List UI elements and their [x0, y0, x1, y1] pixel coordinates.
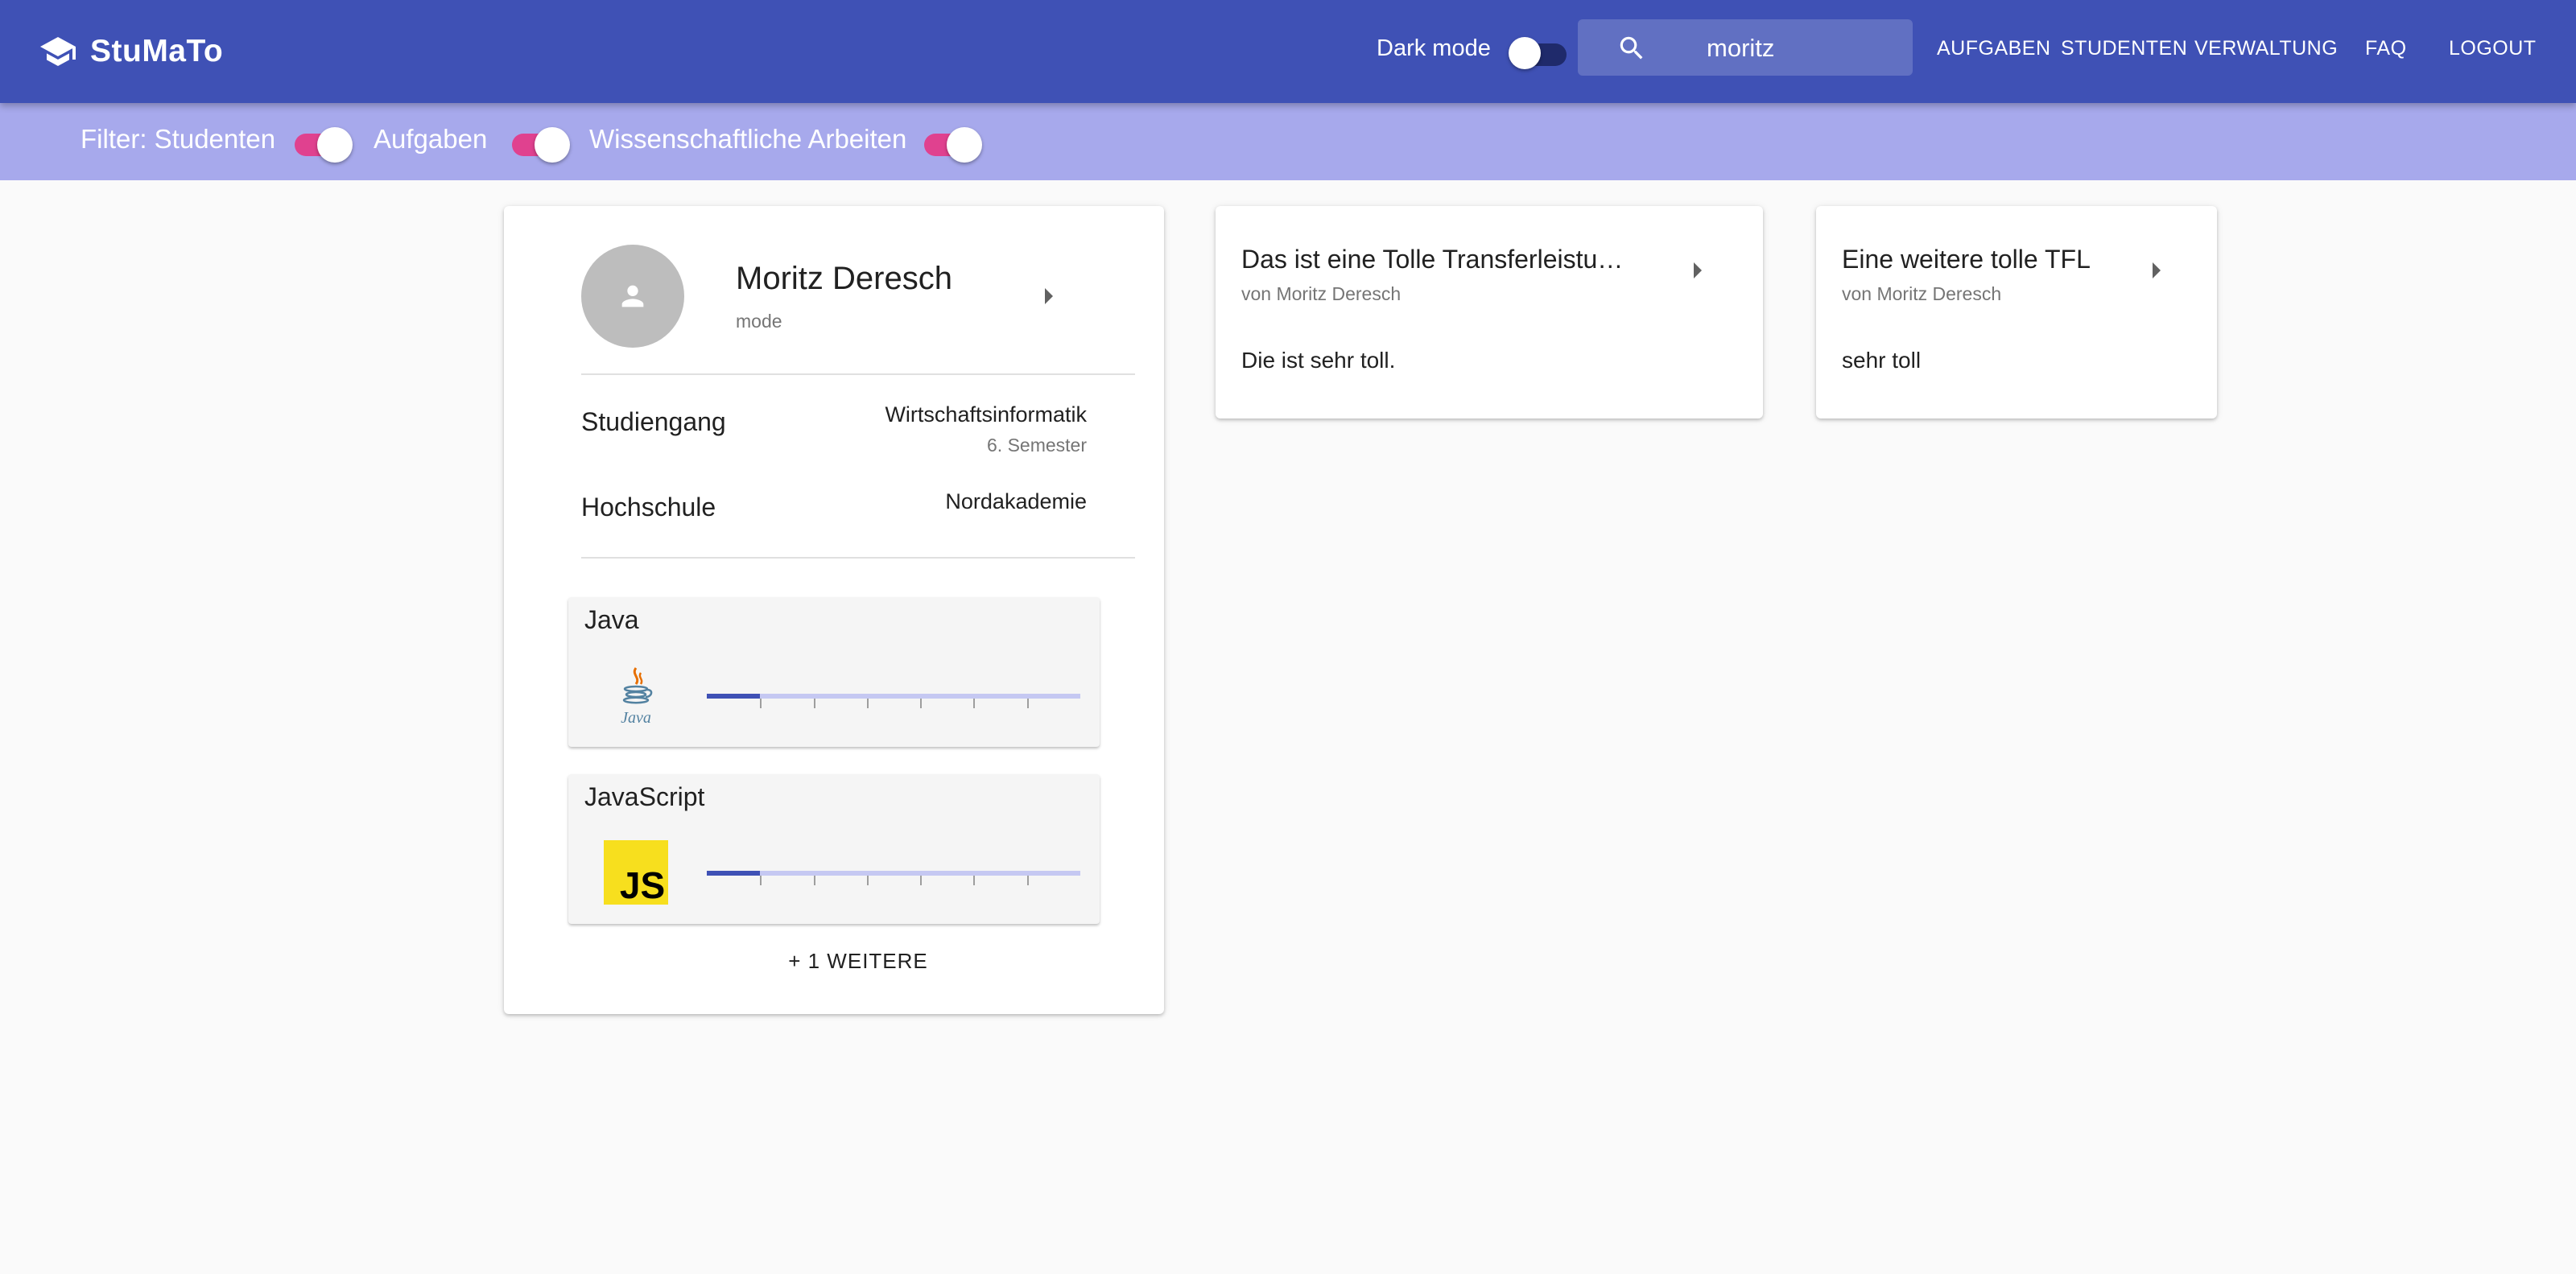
java-logo-icon: Java [621, 667, 653, 727]
toggle-thumb [535, 127, 570, 163]
app-name: StuMaTo [90, 34, 224, 68]
slider-tick [813, 876, 815, 885]
slider-fill [707, 694, 761, 699]
filter-arbeiten-toggle[interactable] [924, 124, 985, 163]
dark-mode-toggle[interactable] [1509, 35, 1567, 69]
divider [581, 557, 1135, 559]
slider-tick [760, 876, 762, 885]
transfer-description: Die ist sehr toll. [1241, 348, 1396, 373]
javascript-logo-text: JS [620, 864, 665, 905]
search-box[interactable] [1578, 19, 1913, 76]
student-card: Moritz Deresch mode Studiengang Wirtscha… [504, 206, 1164, 1014]
hochschule-value: Nordakademie [945, 489, 1087, 513]
skill-card-javascript[interactable]: JavaScript JS [568, 774, 1100, 924]
slider-rail [707, 694, 1080, 699]
nav-studenten[interactable]: STUDENTEN [2061, 37, 2187, 60]
slider-tick [1026, 699, 1029, 708]
search-icon [1620, 36, 1643, 60]
school-icon [40, 37, 76, 66]
javascript-logo-icon: JS [604, 840, 668, 905]
nav-logout[interactable]: LOGOUT [2449, 37, 2537, 60]
transfer-title[interactable]: Eine weitere tolle TFL [1842, 245, 2148, 274]
nav-faq[interactable]: FAQ [2365, 37, 2407, 60]
skill-level-slider[interactable] [707, 871, 1080, 887]
hochschule-label: Hochschule [581, 493, 716, 522]
brand[interactable]: StuMaTo [39, 29, 223, 74]
filter-studenten-toggle[interactable] [295, 124, 356, 163]
nav-aufgaben[interactable]: AUFGABEN [1937, 37, 2051, 60]
filter-studenten-label: Filter: Studenten [80, 124, 276, 154]
divider [581, 373, 1135, 375]
slider-tick [866, 876, 869, 885]
slider-tick [813, 699, 815, 708]
nav-verwaltung[interactable]: VERWALTUNG [2194, 37, 2338, 60]
semester-value: 6. Semester [987, 435, 1087, 456]
transfer-author: von Moritz Deresch [1241, 283, 1402, 304]
filter-bar: Filter: Studenten Aufgaben Wissenschaftl… [0, 103, 2576, 180]
open-student-arrow-icon[interactable] [1045, 288, 1053, 304]
studiengang-value: Wirtschaftsinformatik [885, 402, 1087, 427]
slider-rail [707, 871, 1080, 876]
slider-fill [707, 871, 761, 876]
slider-tick [760, 699, 762, 708]
skill-name: Java [584, 605, 639, 634]
search-input[interactable] [1705, 31, 1901, 66]
studiengang-label: Studiengang [581, 407, 726, 436]
toggle-thumb [947, 127, 982, 163]
student-name[interactable]: Moritz Deresch [736, 261, 952, 297]
open-transfer-arrow-icon[interactable] [1694, 262, 1702, 278]
slider-tick [920, 876, 923, 885]
student-username: mode [736, 311, 782, 332]
app-toolbar: StuMaTo Dark mode AUFGABEN STUDENTEN VER… [0, 0, 2576, 103]
skill-name: JavaScript [584, 782, 705, 811]
slider-tick [973, 699, 976, 708]
filter-aufgaben-label: Aufgaben [374, 124, 488, 154]
toggle-thumb [317, 127, 353, 163]
slider-tick [866, 699, 869, 708]
slider-tick [1026, 876, 1029, 885]
transfer-card[interactable]: Eine weitere tolle TFL von Moritz Deresc… [1816, 206, 2217, 418]
transfer-author: von Moritz Deresch [1842, 283, 2002, 304]
transfer-card[interactable]: Das ist eine Tolle Transferleistu… von M… [1216, 206, 1763, 418]
svg-text:Java: Java [621, 709, 651, 727]
show-more-skills-button[interactable]: + 1 WEITERE [745, 937, 971, 985]
skill-card-java[interactable]: Java Java [568, 597, 1100, 747]
filter-aufgaben-toggle[interactable] [512, 124, 573, 163]
dark-mode-label: Dark mode [1377, 35, 1491, 61]
open-transfer-arrow-icon[interactable] [2153, 262, 2161, 278]
dark-mode-toggle-thumb [1509, 37, 1541, 69]
skill-level-slider[interactable] [707, 694, 1080, 710]
transfer-title[interactable]: Das ist eine Tolle Transferleistu… [1241, 245, 1644, 274]
filter-arbeiten-label: Wissenschaftliche Arbeiten [589, 124, 907, 154]
slider-tick [973, 876, 976, 885]
avatar [581, 245, 684, 348]
transfer-description: sehr toll [1842, 348, 1922, 373]
person-icon [621, 285, 644, 307]
slider-tick [920, 699, 923, 708]
